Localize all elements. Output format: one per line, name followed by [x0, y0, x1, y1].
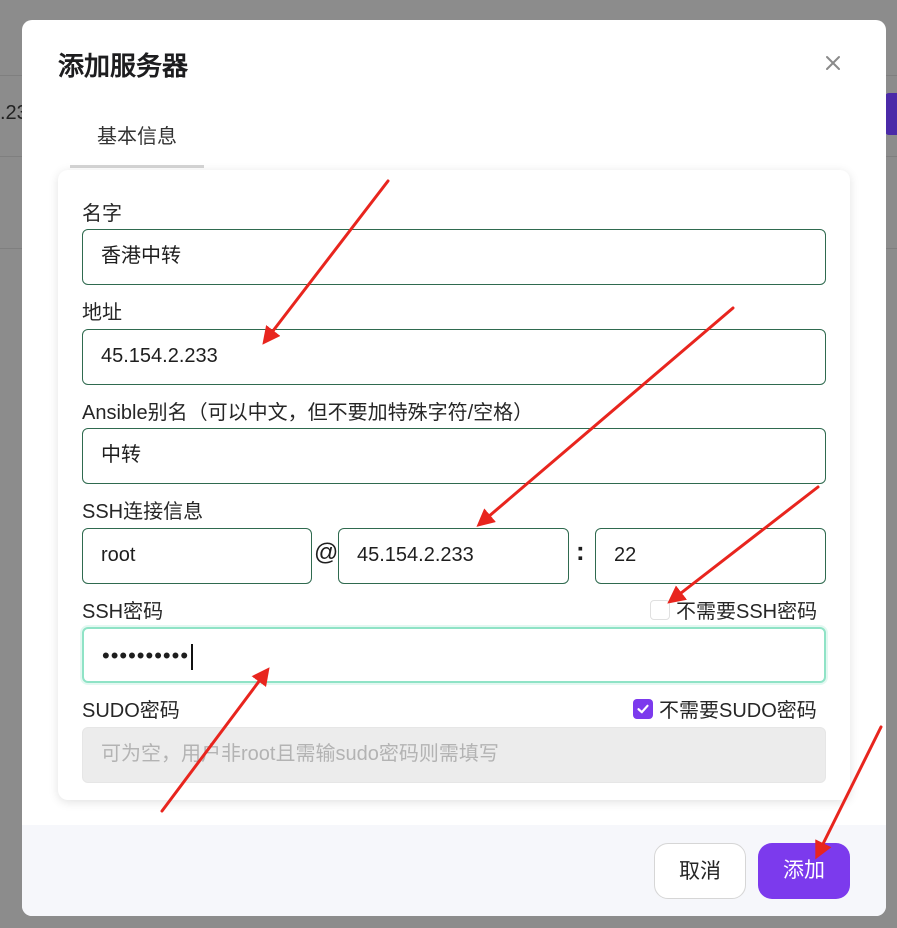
form-panel: 名字 香港中转 地址 45.154.2.233 Ansible别名（可以中文，但… [58, 170, 850, 800]
ssh-password-label: SSH密码 [82, 601, 164, 623]
add-server-dialog: 添加服务器 基本信息 名字 香港中转 地址 45.154.2.233 Ansib… [22, 20, 886, 916]
ssh-host-input[interactable]: 45.154.2.233 [338, 528, 569, 584]
at-separator: @ [314, 539, 339, 566]
ssh-info-label: SSH连接信息 [82, 501, 204, 523]
dialog-footer [22, 825, 886, 916]
no-sudo-password-checkbox[interactable] [633, 698, 653, 719]
alias-label: Ansible别名（可以中文，但不要加特殊字符/空格） [82, 402, 534, 424]
cancel-button[interactable]: 取消 [654, 843, 746, 899]
ssh-user-input[interactable]: root [82, 528, 312, 584]
name-input[interactable]: 香港中转 [82, 229, 826, 285]
background-button-edge [885, 93, 897, 135]
ssh-port-input[interactable]: 22 [595, 528, 826, 584]
add-button[interactable]: 添加 [758, 843, 850, 899]
no-ssh-password-label: 不需要SSH密码 [676, 601, 818, 623]
checkmark-icon [637, 704, 649, 713]
sudo-password-input[interactable]: 可为空，用户非root且需输sudo密码则需填写 [82, 727, 826, 783]
no-ssh-password-option[interactable]: 不需要SSH密码 [650, 595, 817, 624]
no-sudo-password-label: 不需要SUDO密码 [659, 700, 817, 722]
dialog-title: 添加服务器 [58, 51, 189, 81]
text-cursor [191, 644, 194, 671]
no-ssh-password-checkbox[interactable] [650, 599, 670, 620]
ssh-password-value: •••••••••• [102, 643, 190, 668]
alias-input[interactable]: 中转 [82, 428, 826, 484]
address-label: 地址 [82, 302, 122, 324]
no-sudo-password-option[interactable]: 不需要SUDO密码 [633, 694, 817, 723]
close-icon[interactable] [822, 52, 844, 74]
ssh-password-input[interactable]: •••••••••• [82, 627, 826, 683]
colon-separator: : [576, 536, 585, 566]
name-label: 名字 [82, 203, 122, 225]
tab-basic-info[interactable]: 基本信息 [70, 117, 204, 168]
sudo-password-label: SUDO密码 [82, 700, 180, 722]
address-input[interactable]: 45.154.2.233 [82, 329, 826, 385]
